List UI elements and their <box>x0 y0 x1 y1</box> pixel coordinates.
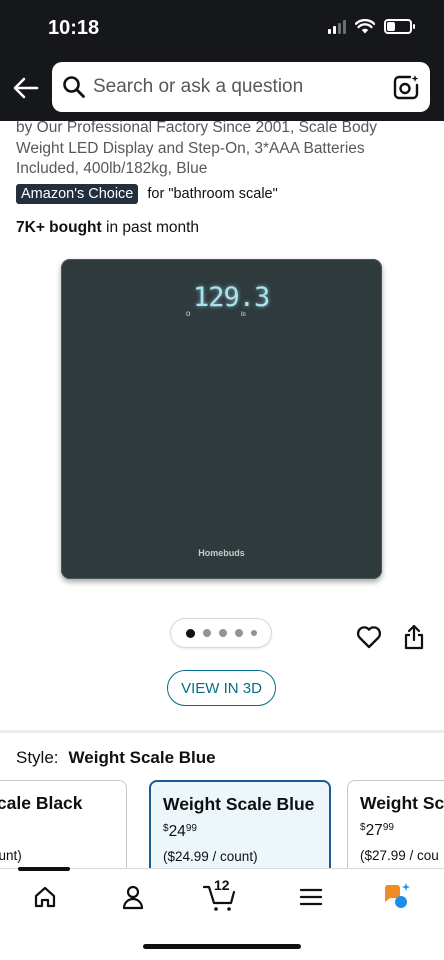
amazons-choice-row[interactable]: Amazon's Choice for "bathroom scale" <box>16 184 278 204</box>
style-options: art Scale Black $99 99 / count) Weight S… <box>0 778 444 868</box>
signal-icon <box>328 19 346 34</box>
scale-display-value: 129.3 <box>193 282 270 313</box>
style-label-row: Style: Weight Scale Blue <box>16 748 216 768</box>
carousel-dot[interactable] <box>234 629 243 637</box>
camera-lens-icon[interactable] <box>392 73 420 101</box>
status-icons <box>328 19 415 34</box>
scale-brand-logo: Homebuds <box>198 548 245 558</box>
bought-count-bold: 7K+ bought <box>16 219 102 236</box>
style-option-unit-price: 99 / count) <box>0 848 22 863</box>
share-icon[interactable] <box>403 624 425 650</box>
menu-icon[interactable] <box>294 881 328 913</box>
style-selected-value: Weight Scale Blue <box>68 748 216 767</box>
heart-icon[interactable] <box>356 625 382 649</box>
bought-count-rest: in past month <box>101 219 200 236</box>
carousel-dot[interactable] <box>202 629 211 637</box>
carousel-dot[interactable] <box>218 629 227 637</box>
carousel-dot[interactable] <box>250 630 257 636</box>
home-indicator <box>143 944 301 949</box>
product-title[interactable]: by Our Professional Factory Since 2001, … <box>16 118 416 180</box>
rufus-icon[interactable] <box>380 881 414 913</box>
home-icon[interactable] <box>28 881 62 913</box>
status-time: 10:18 <box>48 17 100 39</box>
search-input[interactable] <box>93 62 373 112</box>
style-option-price: $2799 <box>360 822 394 839</box>
style-option-unit-price: ($24.99 / count) <box>163 849 258 864</box>
battery-icon <box>384 19 415 34</box>
view-in-3d-button[interactable]: VIEW IN 3D <box>167 670 276 706</box>
scale-display-unit: lb <box>241 312 246 318</box>
section-divider <box>0 730 444 733</box>
scroll-indicator <box>18 867 70 871</box>
style-option-card[interactable]: art Scale Black $99 99 / count) <box>0 780 127 868</box>
style-option-price: $99 <box>0 822 114 840</box>
carousel-dot[interactable] <box>185 628 195 638</box>
product-image[interactable]: 129.3 o lb Homebuds <box>61 259 382 585</box>
search-icon <box>63 76 85 98</box>
style-option-unit-price: ($27.99 / cou <box>360 848 439 863</box>
style-label: Style: <box>16 748 59 767</box>
style-option-card-selected[interactable]: Weight Scale Blue $2499 ($24.99 / count) <box>149 780 331 868</box>
style-option-card[interactable]: Weight Sc $2799 ($27.99 / cou <box>347 780 444 868</box>
style-option-name: Weight Scale Blue <box>163 794 315 814</box>
scale-display-indicator: o <box>186 309 191 318</box>
amazons-choice-badge: Amazon's Choice <box>16 184 139 204</box>
top-bar: 10:18 <box>0 0 444 121</box>
back-arrow-icon[interactable] <box>12 74 40 102</box>
amazons-choice-for: for "bathroom scale" <box>147 186 278 202</box>
style-option-name: art Scale Black <box>0 793 83 813</box>
style-option-name: Weight Sc <box>360 793 444 813</box>
bought-count: 7K+ bought in past month <box>16 219 199 237</box>
image-carousel-dots[interactable] <box>171 619 271 647</box>
search-box[interactable] <box>52 62 430 112</box>
cart-count: 12 <box>214 877 230 893</box>
style-option-price: $2499 <box>163 823 197 840</box>
wifi-icon <box>355 19 375 34</box>
account-icon[interactable] <box>116 881 150 913</box>
